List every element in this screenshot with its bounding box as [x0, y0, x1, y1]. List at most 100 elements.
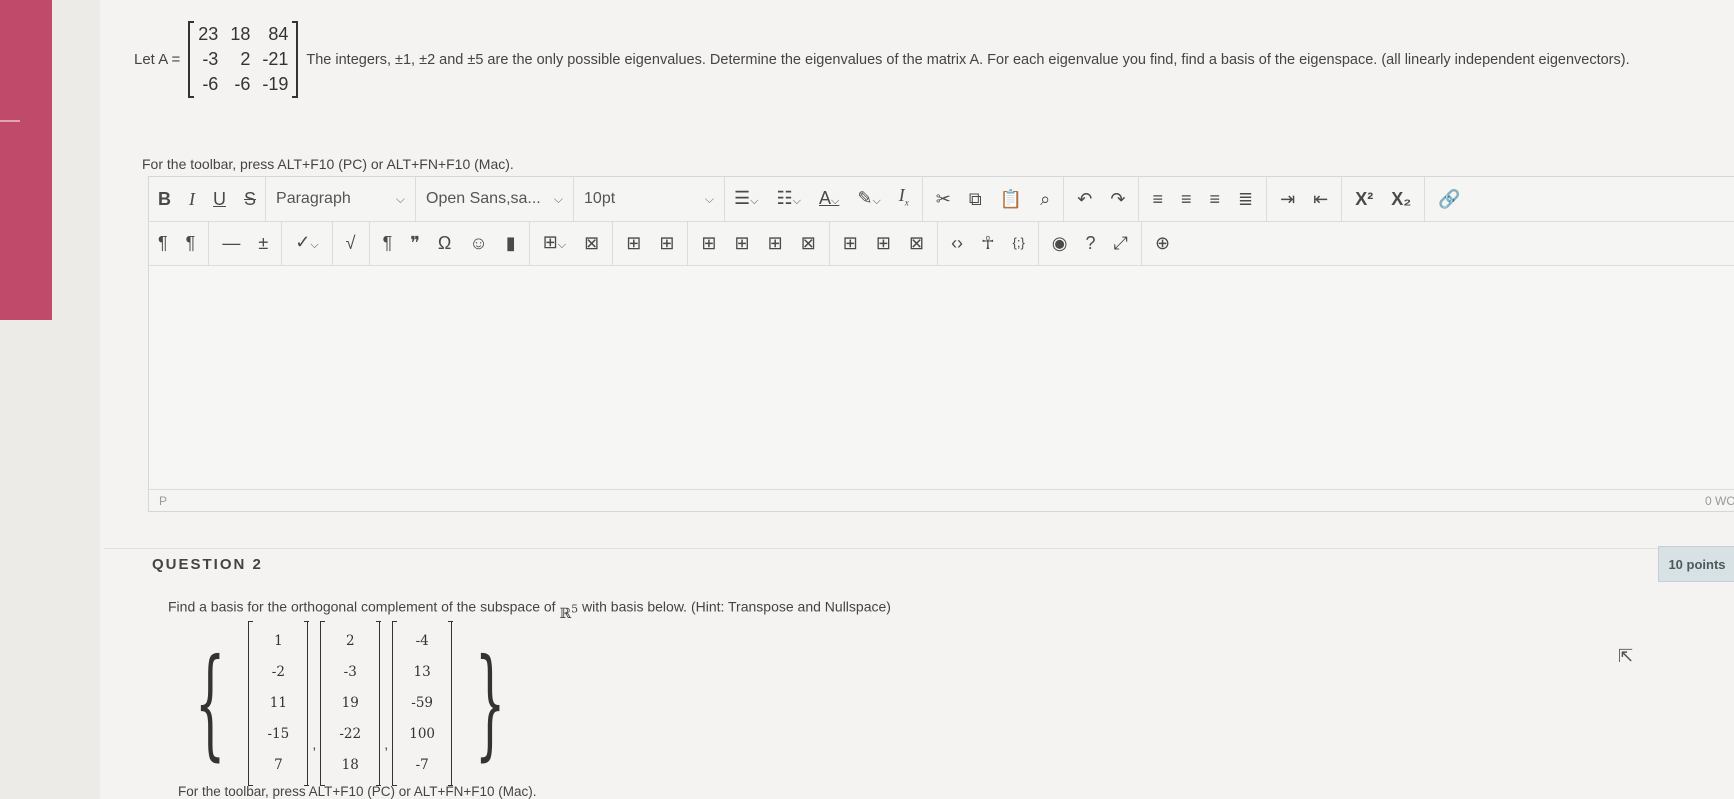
toolbar-separator [1266, 177, 1268, 221]
matrix-cell: -3 [202, 49, 219, 69]
emoji-icon[interactable]: ☺ [460, 221, 496, 265]
align-center-icon[interactable]: ≡ [1172, 177, 1201, 221]
math-icon[interactable]: √ [337, 221, 365, 265]
vector-entry: 100 [409, 726, 436, 742]
vector-entry: 13 [413, 664, 431, 680]
toolbar-separator [1140, 221, 1142, 265]
vector-entry: -22 [339, 726, 362, 742]
insert-col-after-icon[interactable]: ⊞ [867, 221, 900, 265]
editor-text-area[interactable] [149, 266, 1734, 486]
accessibility-icon[interactable]: ☥ [972, 221, 1003, 265]
vector-entry: -2 [271, 664, 285, 680]
question-2-text-after: with basis below. (Hint: Transpose and N… [582, 598, 891, 615]
paragraph-select[interactable]: Paragraph ⌵ [265, 177, 415, 221]
plus-minus-icon[interactable]: ± [249, 221, 277, 265]
search-icon[interactable]: ⌕ [1031, 177, 1059, 221]
help-icon[interactable]: ? [1077, 221, 1105, 265]
basis-vectors: { 1 -2 11 -15 7 , 2 -3 19 -22 18 , -4 13… [172, 621, 529, 786]
real-space-exponent: 5 [571, 602, 579, 615]
clear-format-icon[interactable]: Ix [890, 173, 918, 225]
font-size-select[interactable]: 10pt ⌵ [573, 177, 726, 221]
chevron-down-icon: ⌵ [395, 191, 406, 206]
text-color-icon[interactable]: A⌵ [810, 176, 848, 223]
vector-entry: 2 [345, 633, 355, 649]
table-icon[interactable]: ⊞⌵ [534, 220, 575, 267]
toolbar-hint: For the toolbar, press ALT+F10 (PC) or A… [142, 156, 514, 172]
editor-status-bar: P 0 WORDS [149, 489, 1734, 511]
font-family-select[interactable]: Open Sans,sa... ⌵ [415, 177, 573, 221]
indent-icon[interactable]: ⇥ [1271, 177, 1304, 221]
vector-entry: 18 [341, 757, 359, 773]
toolbar-separator [208, 221, 210, 265]
toolbar-separator [1037, 221, 1039, 265]
copy-icon[interactable]: ⧉ [960, 177, 991, 221]
vector-entry: 1 [274, 633, 283, 649]
delete-col-icon[interactable]: ⊠ [900, 221, 933, 265]
highlight-icon[interactable]: ✎⌵ [848, 176, 889, 223]
toolbar-separator [368, 221, 370, 265]
table-row-icon[interactable]: ⊞ [617, 221, 650, 265]
toolbar-separator [281, 221, 283, 265]
comma: , [384, 735, 389, 752]
question-1: Let A = 23 18 84 -3 2 -21 -6 -6 -19 The … [134, 21, 1630, 98]
matrix-cell: -6 [234, 74, 251, 94]
variable-icon[interactable]: {;} [1004, 221, 1034, 265]
superscript-button[interactable]: X² [1346, 177, 1382, 221]
outdent-icon[interactable]: ⇤ [1304, 177, 1337, 221]
vector-entry: -3 [343, 664, 357, 680]
preview-icon[interactable]: ◉ [1043, 221, 1077, 265]
underline-button[interactable]: U [204, 177, 235, 221]
strikethrough-button[interactable]: S [235, 177, 265, 221]
bullet-list-icon[interactable]: ☰⌵ [725, 176, 767, 223]
insert-row-after-icon[interactable]: ⊞ [726, 221, 759, 265]
toolbar-separator [937, 221, 939, 265]
code-icon[interactable]: ‹› [942, 221, 972, 265]
italic-button[interactable]: I [180, 177, 204, 221]
cut-icon[interactable]: ✂ [927, 177, 960, 221]
delete-row-icon[interactable]: ⊞ [759, 221, 792, 265]
insert-col-before-icon[interactable]: ⊞ [834, 221, 867, 265]
matrix-a: 23 18 84 -3 2 -21 -6 -6 -19 [188, 21, 299, 98]
fullscreen-icon[interactable]: ⤢ [1105, 221, 1137, 265]
paste-icon[interactable]: 📋 [991, 177, 1031, 221]
add-content-icon[interactable]: ⊕ [1146, 221, 1179, 265]
blockquote-icon[interactable]: ❞ [401, 221, 429, 265]
toolbar-separator [331, 221, 333, 265]
element-path: P [159, 493, 168, 508]
table-col-icon[interactable]: ⊞ [650, 221, 683, 265]
paragraph-mark-icon[interactable]: ¶ [374, 221, 402, 265]
insert-row-before-icon[interactable]: ⊞ [692, 221, 725, 265]
let-label: Let A = [134, 51, 181, 68]
align-right-icon[interactable]: ≡ [1200, 177, 1229, 221]
toolbar-separator [828, 221, 830, 265]
align-left-icon[interactable]: ≡ [1143, 177, 1172, 221]
horizontal-rule-icon[interactable]: — [213, 221, 249, 265]
vector-entry: -4 [415, 633, 429, 649]
numbered-list-icon[interactable]: ☷⌵ [768, 176, 810, 223]
ltr-icon[interactable]: ¶ [149, 221, 177, 265]
question-divider [104, 548, 1734, 549]
rtl-icon[interactable]: ¶ [177, 221, 205, 265]
link-icon[interactable]: 🔗 [1429, 177, 1469, 221]
toolbar-separator [612, 221, 614, 265]
bold-button[interactable]: B [149, 177, 180, 221]
matrix-cell: 84 [268, 24, 289, 44]
toolbar-separator [1063, 177, 1065, 221]
matrix-cell: 18 [230, 24, 251, 44]
delete-table-icon[interactable]: ⊠ [575, 221, 608, 265]
real-space-letter: ℝ [559, 605, 572, 622]
undo-icon[interactable]: ↶ [1068, 177, 1101, 221]
toolbar-row-1: B I U S Paragraph ⌵ Open Sans,sa... ⌵ 10pt… [149, 177, 1734, 222]
redo-icon[interactable]: ↷ [1101, 177, 1134, 221]
bookmark-icon[interactable]: ▮ [497, 221, 525, 265]
split-cell-icon[interactable]: ⊠ [792, 221, 825, 265]
right-brace: } [475, 633, 506, 773]
special-char-icon[interactable]: Ω [429, 221, 460, 265]
mouse-cursor-icon: ⇱ [1618, 646, 1634, 666]
align-justify-icon[interactable]: ≣ [1229, 177, 1262, 221]
vector-entry: 19 [341, 695, 359, 711]
subscript-button[interactable]: X₂ [1382, 177, 1420, 221]
spellcheck-icon[interactable]: ✓⌵ [286, 220, 327, 267]
vector-entry: -15 [267, 726, 290, 742]
question-1-text: The integers, ±1, ±2 and ±5 are the only… [306, 51, 1630, 68]
